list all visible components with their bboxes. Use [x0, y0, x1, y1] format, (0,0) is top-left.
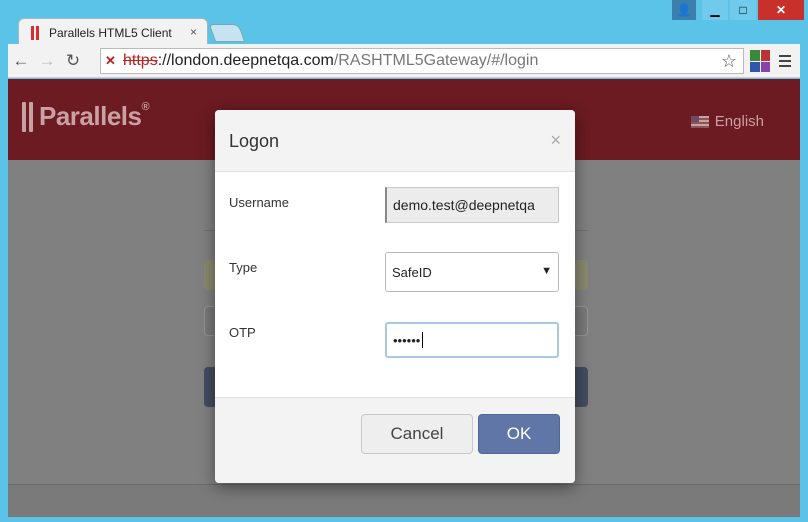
url-path: /RASHTML5Gateway/#/login [333, 52, 539, 69]
tab-close-icon[interactable]: × [190, 25, 197, 39]
back-button[interactable]: ← [8, 48, 34, 74]
reload-button[interactable]: ↻ [60, 48, 86, 74]
tab-title: Parallels HTML5 Client [49, 25, 172, 40]
bookmark-star-icon[interactable]: ☆ [721, 51, 737, 72]
parallels-logo: Parallels ® [22, 101, 150, 132]
brand-registered: ® [141, 101, 150, 113]
new-tab-button[interactable] [208, 24, 246, 42]
dialog-close-icon[interactable]: × [550, 130, 561, 151]
language-selector[interactable]: English [690, 113, 764, 130]
url-scheme: https [123, 52, 158, 69]
type-selected-value: SafeID [392, 264, 432, 280]
language-label: English [714, 113, 764, 130]
otp-input[interactable]: •••••• [385, 322, 559, 358]
parallels-bars-icon [22, 101, 33, 132]
text-cursor [422, 332, 424, 348]
ok-button[interactable]: OK [478, 414, 560, 454]
username-label: Username [229, 195, 289, 210]
otp-masked-value: •••••• [393, 332, 421, 348]
chevron-down-icon: ▼ [541, 265, 552, 277]
forward-button[interactable]: → [34, 48, 60, 74]
us-flag-icon [690, 115, 709, 128]
parallels-favicon-icon [31, 25, 41, 40]
dialog-title: Logon [229, 131, 280, 151]
browser-toolbar: ← → ↻ ✕ https://london.deepnetqa.com/RAS… [8, 44, 800, 78]
type-select[interactable]: SafeID ▼ [385, 252, 559, 292]
extension-icon[interactable] [750, 50, 770, 72]
otp-label: OTP [229, 325, 256, 340]
url-sep: :// [157, 52, 172, 69]
insecure-lock-icon[interactable]: ✕ [105, 53, 123, 69]
dialog-header: Logon × [215, 110, 575, 172]
logon-dialog: Logon × Username demo.test@deepnetqa Typ… [215, 110, 575, 483]
page-footer [8, 484, 800, 517]
tab-bar: Parallels HTML5 Client × [8, 16, 800, 46]
browser-menu-icon[interactable] [774, 50, 796, 72]
cancel-button[interactable]: Cancel [361, 414, 473, 454]
url-host: london.deepnetqa.com [171, 52, 334, 69]
address-bar[interactable]: ✕ https://london.deepnetqa.com/RASHTML5G… [100, 48, 744, 74]
dialog-footer: Cancel OK [215, 397, 575, 483]
tab-parallels[interactable]: Parallels HTML5 Client × [18, 18, 208, 46]
username-input[interactable]: demo.test@deepnetqa [385, 187, 559, 223]
brand-text: Parallels [39, 101, 142, 131]
type-label: Type [229, 260, 258, 275]
